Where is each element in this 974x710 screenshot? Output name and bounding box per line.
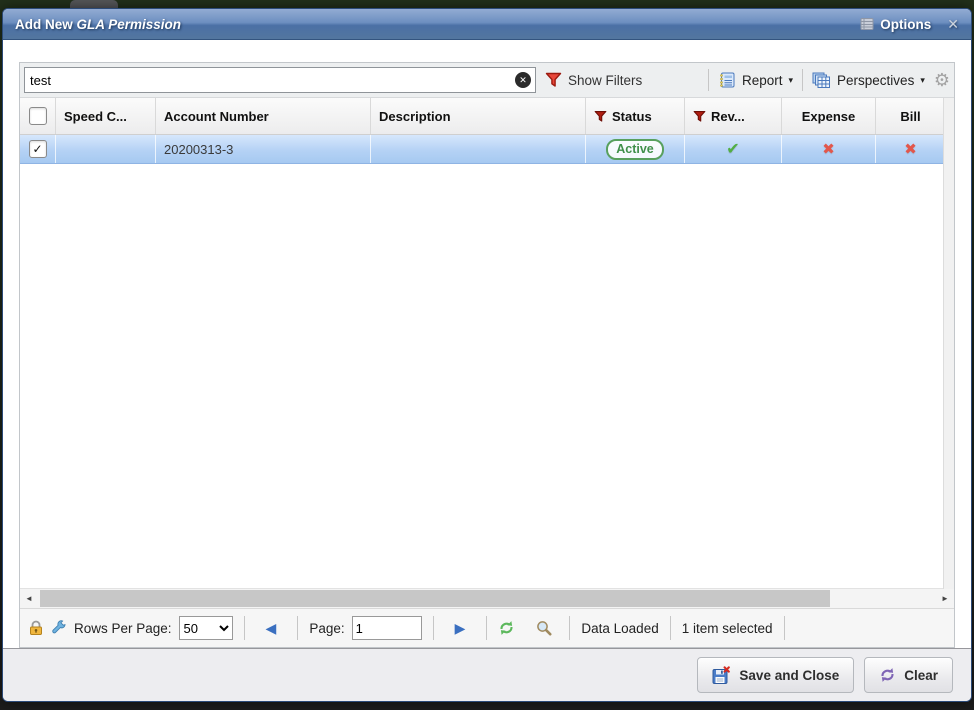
grid-empty-area — [20, 164, 954, 588]
expense-cross-icon: ✖ — [822, 140, 835, 158]
row-account-number-cell: 20200313-3 — [156, 135, 371, 163]
options-list-icon — [860, 18, 874, 30]
dialog-footer: Save and Close Clear — [3, 648, 971, 701]
pager-separator — [297, 616, 298, 640]
column-header-status[interactable]: Status — [586, 98, 685, 134]
perspectives-button[interactable]: Perspectives ▾ — [812, 72, 925, 89]
rev-filter-icon — [693, 110, 706, 123]
search-input[interactable] — [24, 67, 536, 93]
column-header-bill[interactable]: Bill — [876, 98, 946, 134]
add-new-gla-permission-dialog: Add New GLA Permission Options ✕ ✕ Show … — [2, 8, 972, 702]
report-button[interactable]: Report ▾ — [718, 72, 793, 88]
row-checkbox-cell: ✓ — [20, 135, 56, 163]
column-label: Expense — [802, 109, 855, 124]
column-header-account-number[interactable]: Account Number — [156, 98, 371, 134]
horizontal-scrollbar: ◄ ► — [20, 588, 954, 608]
pager-separator — [784, 616, 785, 640]
column-label: Bill — [900, 109, 920, 124]
save-icon — [712, 666, 731, 685]
settings-gear-icon[interactable]: ⚙ — [934, 71, 950, 89]
bill-cross-icon: ✖ — [904, 140, 917, 158]
clear-button[interactable]: Clear — [864, 657, 953, 693]
lock-icon[interactable] — [28, 620, 44, 636]
column-header-speed-code[interactable]: Speed C... — [56, 98, 156, 134]
column-header-rev[interactable]: Rev... — [685, 98, 782, 134]
options-button[interactable]: Options — [860, 17, 931, 32]
show-filters-button[interactable]: Show Filters — [545, 72, 642, 88]
rows-per-page-select[interactable]: 50 — [179, 616, 233, 640]
pagination-toolbar: Rows Per Page: 50 ◀ Page: ▶ — [20, 608, 954, 647]
page-input[interactable] — [352, 616, 422, 640]
vertical-scrollbar-track[interactable] — [943, 98, 954, 589]
perspectives-label: Perspectives — [837, 73, 914, 88]
prev-page-button[interactable]: ◀ — [256, 620, 287, 637]
save-and-close-label: Save and Close — [739, 668, 839, 683]
page-title: Add New GLA Permission — [15, 17, 860, 32]
column-label: Status — [612, 109, 652, 124]
perspectives-icon — [812, 72, 831, 89]
show-filters-label: Show Filters — [568, 73, 642, 88]
report-label: Report — [742, 73, 783, 88]
table-row[interactable]: ✓ 20200313-3 Active ✔ ✖ ✖ — [20, 135, 954, 164]
options-label: Options — [880, 17, 931, 32]
pager-separator — [670, 616, 671, 640]
save-and-close-button[interactable]: Save and Close — [697, 657, 854, 693]
column-label: Rev... — [711, 109, 745, 124]
pager-separator — [486, 616, 487, 640]
status-badge: Active — [606, 139, 664, 160]
magnifier-icon — [536, 620, 552, 636]
pager-separator — [433, 616, 434, 640]
rev-check-icon: ✔ — [726, 139, 739, 159]
dialog-content: ✕ Show Filters Report ▾ Pe — [3, 40, 971, 648]
close-button[interactable]: ✕ — [947, 16, 959, 33]
status-data-loaded: Data Loaded — [581, 621, 658, 636]
grid-panel: ✕ Show Filters Report ▾ Pe — [19, 62, 955, 648]
scrollbar-track[interactable] — [38, 589, 936, 608]
row-status-cell: Active — [586, 135, 685, 163]
search-zoom-button[interactable] — [536, 620, 552, 636]
perspectives-caret-icon: ▾ — [920, 75, 925, 86]
row-rev-cell: ✔ — [685, 135, 782, 163]
background-tab — [70, 0, 118, 8]
row-expense-cell: ✖ — [782, 135, 876, 163]
rows-per-page-label: Rows Per Page: — [74, 621, 172, 636]
status-filter-icon — [594, 110, 607, 123]
search-field-wrap: ✕ — [24, 67, 536, 93]
scroll-right-button[interactable]: ► — [936, 589, 954, 608]
wrench-icon[interactable] — [51, 620, 67, 636]
filter-funnel-icon — [545, 72, 562, 88]
column-header-checkbox — [20, 98, 56, 134]
pager-separator — [569, 616, 570, 640]
column-header-expense[interactable]: Expense — [782, 98, 876, 134]
row-bill-cell: ✖ — [876, 135, 946, 163]
scrollbar-thumb[interactable] — [40, 590, 830, 607]
status-items-selected: 1 item selected — [682, 621, 773, 636]
refresh-icon — [498, 620, 515, 636]
grid-header-row: Speed C... Account Number Description St… — [20, 98, 954, 135]
column-header-description[interactable]: Description — [371, 98, 586, 134]
pager-separator — [244, 616, 245, 640]
data-grid: Speed C... Account Number Description St… — [20, 98, 954, 608]
dialog-titlebar: Add New GLA Permission Options ✕ — [3, 9, 971, 40]
report-icon — [718, 72, 736, 88]
toolbar-right-tools: Report ▾ Perspectives ▾ ⚙ — [708, 69, 950, 91]
report-caret-icon: ▾ — [789, 75, 794, 86]
column-label: Description — [379, 109, 451, 124]
row-checkbox[interactable]: ✓ — [29, 140, 47, 158]
refresh-button[interactable] — [498, 620, 515, 636]
scroll-left-button[interactable]: ◄ — [20, 589, 38, 608]
select-all-checkbox[interactable] — [29, 107, 47, 125]
search-clear-button[interactable]: ✕ — [515, 72, 531, 88]
column-label: Speed C... — [64, 109, 127, 124]
clear-icon — [879, 667, 896, 683]
toolbar-separator — [802, 69, 803, 91]
row-speed-code-cell — [56, 135, 156, 163]
grid-toolbar: ✕ Show Filters Report ▾ Pe — [20, 63, 954, 98]
toolbar-separator — [708, 69, 709, 91]
row-description-cell — [371, 135, 586, 163]
next-page-button[interactable]: ▶ — [445, 620, 476, 637]
clear-label: Clear — [904, 668, 938, 683]
column-label: Account Number — [164, 109, 269, 124]
page-label: Page: — [309, 621, 344, 636]
